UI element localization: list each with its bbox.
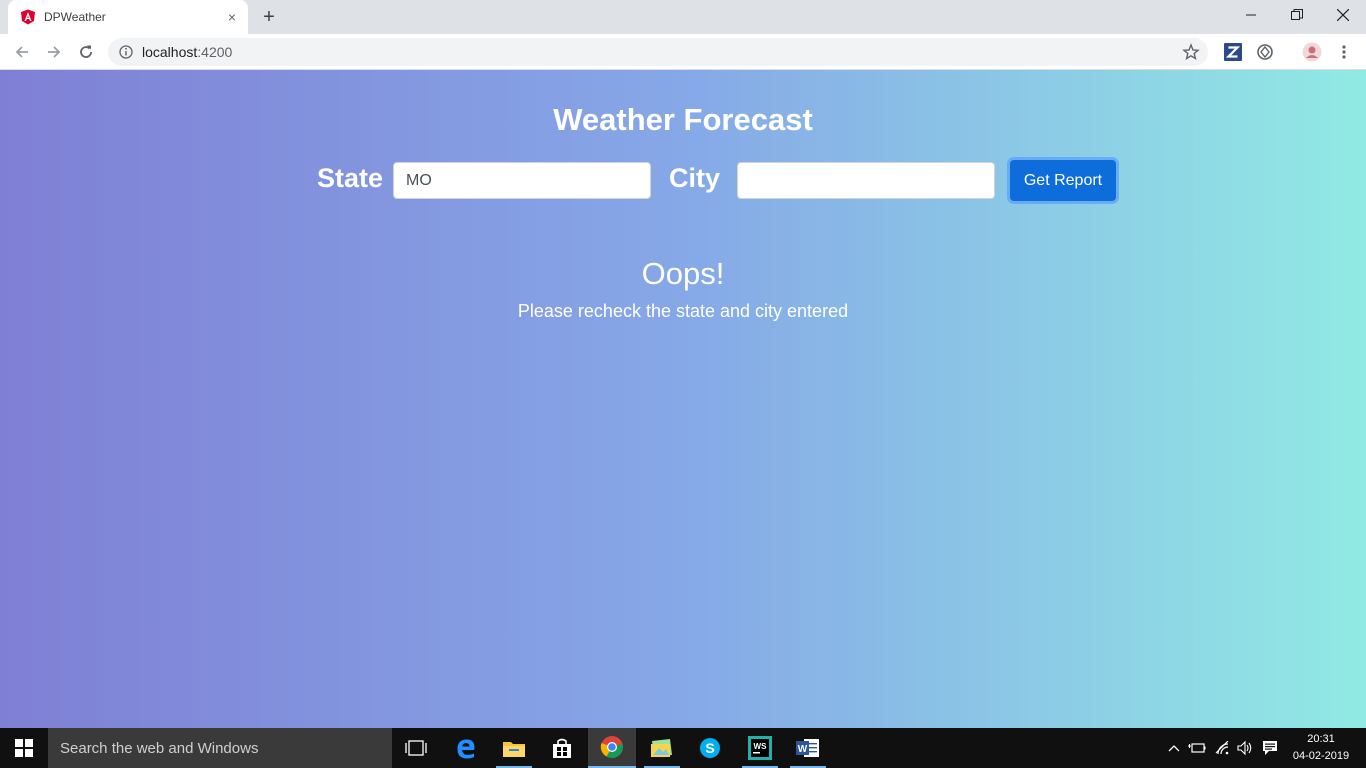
city-label: City bbox=[669, 163, 721, 193]
windows-taskbar: Search the web and Windows S WS W 20:31 bbox=[0, 728, 1366, 768]
skype-icon[interactable]: S bbox=[686, 728, 734, 768]
svg-text:WS: WS bbox=[754, 742, 768, 751]
city-input[interactable] bbox=[737, 162, 995, 199]
chevron-up-icon[interactable] bbox=[1164, 728, 1184, 768]
tab-strip: DPWeather × + bbox=[0, 0, 1366, 34]
file-explorer-icon[interactable] bbox=[490, 728, 538, 768]
profile-avatar-icon[interactable] bbox=[1302, 42, 1322, 62]
notification-icon[interactable] bbox=[1258, 728, 1282, 768]
clock-time: 20:31 bbox=[1307, 733, 1335, 745]
browser-toolbar: localhost:4200 bbox=[0, 34, 1366, 70]
reload-icon[interactable] bbox=[72, 38, 100, 66]
state-input[interactable] bbox=[393, 162, 651, 199]
close-window-icon[interactable] bbox=[1320, 0, 1366, 30]
forward-arrow-icon[interactable] bbox=[40, 38, 68, 66]
page-viewport: Weather Forecast State City Get Report O… bbox=[0, 70, 1366, 728]
wifi-icon[interactable] bbox=[1212, 728, 1234, 768]
svg-text:S: S bbox=[705, 740, 714, 756]
photos-folder-icon[interactable] bbox=[638, 728, 686, 768]
tab-title: DPWeather bbox=[44, 10, 106, 24]
task-view-icon[interactable] bbox=[392, 728, 440, 768]
taskbar-search-box[interactable]: Search the web and Windows bbox=[48, 728, 392, 768]
url-text: localhost:4200 bbox=[142, 44, 233, 60]
state-label: State bbox=[317, 163, 384, 193]
zotero-extension-icon[interactable] bbox=[1223, 42, 1243, 62]
browser-tab[interactable]: DPWeather × bbox=[8, 0, 248, 34]
minimize-icon[interactable] bbox=[1228, 0, 1274, 30]
close-tab-icon[interactable]: × bbox=[224, 9, 240, 25]
restore-icon[interactable] bbox=[1274, 0, 1320, 30]
get-report-button[interactable]: Get Report bbox=[1010, 160, 1116, 201]
sync-extension-icon[interactable] bbox=[1255, 42, 1275, 62]
bookmark-star-icon[interactable] bbox=[1182, 43, 1200, 61]
clock-date: 04-02-2019 bbox=[1292, 750, 1350, 762]
store-icon[interactable] bbox=[538, 728, 586, 768]
info-icon[interactable] bbox=[118, 44, 134, 60]
page-title: Weather Forecast bbox=[553, 102, 813, 137]
webstorm-icon[interactable]: WS bbox=[736, 728, 784, 768]
chrome-icon[interactable] bbox=[588, 728, 636, 768]
battery-icon[interactable] bbox=[1186, 728, 1208, 768]
volume-icon[interactable] bbox=[1234, 728, 1256, 768]
angular-icon bbox=[20, 9, 36, 25]
windows-start-icon[interactable] bbox=[0, 728, 48, 768]
edge-browser-icon[interactable] bbox=[442, 728, 490, 768]
menu-dots-icon[interactable] bbox=[1334, 42, 1354, 62]
back-arrow-icon[interactable] bbox=[8, 38, 36, 66]
error-message: Please recheck the state and city entere… bbox=[517, 301, 849, 321]
address-bar[interactable]: localhost:4200 bbox=[108, 38, 1208, 66]
new-tab-button[interactable]: + bbox=[258, 6, 280, 28]
error-title: Oops! bbox=[641, 256, 725, 291]
system-clock[interactable]: 20:31 04-02-2019 bbox=[1286, 731, 1356, 765]
svg-text:W: W bbox=[798, 744, 808, 755]
word-icon[interactable]: W bbox=[784, 728, 832, 768]
